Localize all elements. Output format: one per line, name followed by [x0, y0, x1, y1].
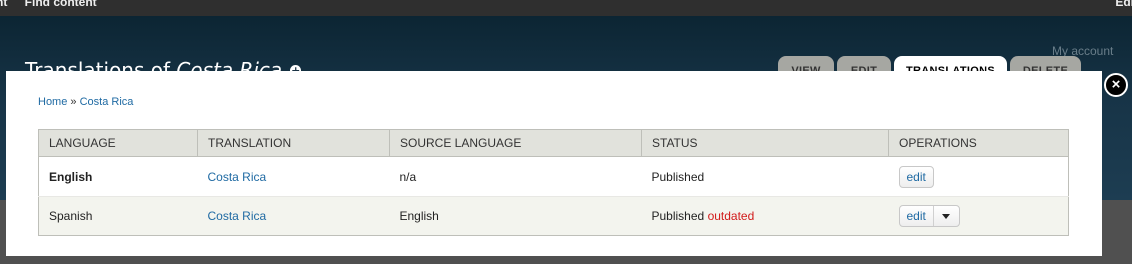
toolbar-item-partial[interactable]: nt	[0, 0, 7, 9]
cell-translation: Costa Rica	[197, 196, 390, 236]
cell-operations: edit	[888, 196, 1069, 236]
edit-button[interactable]: edit	[898, 165, 934, 188]
dropbutton-toggle[interactable]	[934, 206, 959, 226]
toolbar-item-find-content[interactable]: Find content	[25, 0, 97, 9]
close-icon[interactable]: ×	[1104, 73, 1128, 97]
cell-translation: Costa Rica	[197, 156, 390, 197]
translation-link[interactable]: Costa Rica	[208, 170, 267, 184]
translations-table: Language Translation Source language Sta…	[38, 129, 1069, 236]
cell-source-language: n/a	[389, 156, 642, 197]
operations-dropbutton: edit	[898, 205, 960, 227]
table-row: English Costa Rica n/a Published edit	[38, 156, 1069, 197]
cell-status: Published	[641, 156, 889, 197]
status-text: Published	[651, 169, 705, 184]
breadcrumb-home[interactable]: Home	[38, 96, 67, 108]
edit-button[interactable]: edit	[900, 206, 934, 226]
cell-language: English	[38, 156, 198, 197]
content-panel: Home » Costa Rica Language Translation S…	[6, 71, 1102, 256]
col-operations: Operations	[888, 129, 1069, 157]
breadcrumb-separator: »	[67, 96, 80, 108]
breadcrumb: Home » Costa Rica	[38, 96, 133, 108]
col-translation: Translation	[197, 129, 390, 157]
cell-source-language: English	[389, 196, 642, 236]
cell-status: Published outdated	[641, 196, 889, 236]
translation-link[interactable]: Costa Rica	[208, 209, 267, 223]
chevron-down-icon	[942, 213, 951, 219]
col-status: Status	[641, 129, 889, 157]
col-language: Language	[38, 129, 198, 157]
table-row: Spanish Costa Rica English Published out…	[38, 196, 1069, 236]
col-source-language: Source language	[389, 129, 642, 157]
toolbar-item-edit[interactable]: Edit	[1115, 0, 1132, 9]
breadcrumb-current[interactable]: Costa Rica	[80, 96, 134, 108]
cell-language: Spanish	[38, 196, 198, 236]
admin-toolbar: nt Find content Edit	[0, 0, 1132, 16]
cell-operations: edit	[888, 156, 1069, 197]
outdated-badge: outdated	[707, 209, 755, 223]
status-text: Published	[651, 209, 705, 223]
